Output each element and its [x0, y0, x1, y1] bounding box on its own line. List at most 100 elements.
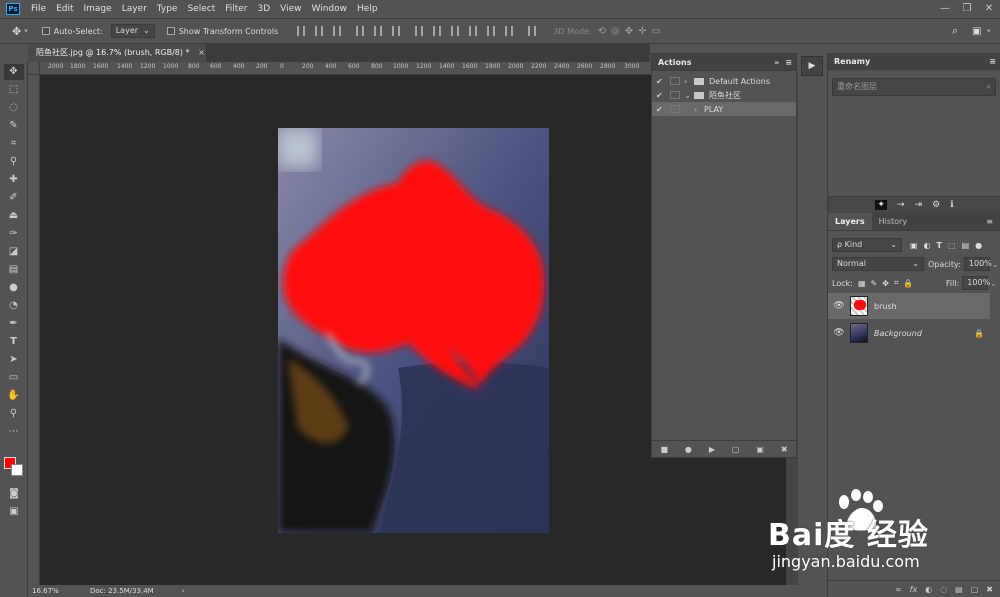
close-window-button[interactable]: ✕	[978, 0, 1000, 18]
stop-icon[interactable]: ■	[660, 445, 668, 454]
dodge-tool-icon[interactable]: ◔	[4, 298, 24, 314]
play-button-icon[interactable]: ▶	[801, 56, 823, 76]
trash-icon[interactable]: ✖	[986, 585, 993, 594]
eraser-tool-icon[interactable]: ◪	[4, 244, 24, 260]
fill-input[interactable]: 100%	[962, 276, 990, 290]
workspace-icon[interactable]: ▣	[972, 26, 981, 37]
marquee-tool-icon[interactable]: ⬚	[4, 82, 24, 98]
opacity-input[interactable]: 100%	[963, 257, 992, 271]
tab-layers[interactable]: Layers	[828, 213, 872, 230]
move-tool-icon[interactable]: ✥	[12, 25, 21, 38]
action-row[interactable]: ✔ ⌄ 陌鱼社区	[652, 88, 796, 102]
3d-pan-icon[interactable]: ✥	[625, 26, 633, 37]
document-image[interactable]	[278, 128, 549, 533]
arrow-right-icon[interactable]: →	[897, 200, 905, 210]
panel-menu-icon[interactable]: ≡	[785, 58, 792, 67]
add-mask-icon[interactable]: ◐	[925, 585, 932, 594]
search-icon[interactable]: ⌕	[952, 24, 958, 38]
renamy-panel-title[interactable]: Renamy	[834, 57, 870, 66]
more-tools-icon[interactable]: ⋯	[4, 424, 24, 440]
3d-scale-icon[interactable]: ▭	[651, 26, 660, 37]
filter-pixel-icon[interactable]: ▣	[910, 241, 918, 250]
brush-tool-icon[interactable]: ✐	[4, 190, 24, 206]
gradient-tool-icon[interactable]: ▤	[4, 262, 24, 278]
align-bottom-icon[interactable]	[333, 26, 342, 36]
quick-mask-icon[interactable]: ◙	[4, 486, 24, 502]
record-icon[interactable]: ●	[685, 445, 692, 454]
visibility-eye-icon[interactable]: 👁	[828, 328, 850, 338]
layer-row-background[interactable]: 👁 Background 🔒	[828, 320, 990, 346]
show-transform-checkbox[interactable]	[166, 27, 175, 35]
action-row[interactable]: ✔ › Default Actions	[652, 74, 796, 88]
new-set-icon[interactable]: ▢	[732, 445, 740, 454]
auto-select-dropdown[interactable]: Layer ⌄	[110, 24, 155, 38]
lock-artboard-icon[interactable]: ⌗	[894, 278, 899, 288]
menu-window[interactable]: Window	[307, 4, 353, 14]
check-icon[interactable]: ✔	[656, 77, 670, 86]
lock-transparent-icon[interactable]: ▦	[858, 279, 866, 288]
panel-menu-icon[interactable]: ≡	[989, 57, 996, 66]
collapse-arrow-icon[interactable]: ⌄	[684, 91, 694, 100]
filter-adjust-icon[interactable]: ◐	[924, 241, 931, 250]
info-icon[interactable]: ℹ	[950, 200, 953, 210]
path-select-tool-icon[interactable]: ➤	[4, 352, 24, 368]
clone-stamp-tool-icon[interactable]: ⏏	[4, 208, 24, 224]
screen-mode-icon[interactable]: ▣	[4, 504, 24, 520]
crop-tool-icon[interactable]: ⌗	[4, 136, 24, 152]
align-right-icon[interactable]	[392, 26, 401, 36]
hand-tool-icon[interactable]: ✋	[4, 388, 24, 404]
healing-brush-tool-icon[interactable]: ✚	[4, 172, 24, 188]
chevron-down-icon[interactable]: ⌄	[990, 279, 997, 288]
align-top-icon[interactable]	[297, 26, 306, 36]
eyedropper-tool-icon[interactable]: ⚲	[4, 154, 24, 170]
play-icon[interactable]: ▶	[709, 445, 715, 454]
menu-image[interactable]: Image	[79, 4, 117, 14]
gear-icon[interactable]: ⚙	[932, 200, 940, 210]
actions-panel-title[interactable]: Actions	[658, 58, 691, 67]
layer-name[interactable]: Background	[874, 329, 922, 338]
filter-toggle-icon[interactable]: ●	[975, 241, 982, 250]
menu-3d[interactable]: 3D	[253, 4, 276, 14]
adjustment-layer-icon[interactable]: ◌	[940, 585, 947, 594]
menu-file[interactable]: File	[26, 4, 51, 14]
new-action-icon[interactable]: ▣	[756, 445, 764, 454]
menu-edit[interactable]: Edit	[51, 4, 78, 14]
collapse-panel-icon[interactable]: »	[774, 58, 779, 67]
panel-menu-icon[interactable]: ≡	[979, 213, 1000, 230]
shape-tool-icon[interactable]: ▭	[4, 370, 24, 386]
menu-select[interactable]: Select	[182, 4, 220, 14]
link-layers-icon[interactable]: ∞	[895, 585, 902, 594]
3d-orbit-icon[interactable]: ⟲	[598, 26, 606, 37]
new-layer-icon[interactable]: ▢	[971, 585, 979, 594]
menu-help[interactable]: Help	[352, 4, 383, 14]
check-icon[interactable]: ✔	[656, 105, 670, 114]
type-tool-icon[interactable]: T	[4, 334, 24, 350]
minimize-button[interactable]: —	[934, 0, 956, 18]
kind-filter-dropdown[interactable]: ρ Kind ⌄	[832, 238, 902, 252]
3d-roll-icon[interactable]: ◎	[611, 26, 620, 37]
zoom-level[interactable]: 16.67%	[32, 587, 82, 595]
zoom-tool-icon[interactable]: ⚲	[4, 406, 24, 422]
renamy-search-input[interactable]: 重命名图层 ⌕	[832, 78, 996, 96]
maximize-button[interactable]: ❐	[956, 0, 978, 18]
distribute-left-icon[interactable]	[469, 26, 478, 36]
expand-arrow-icon[interactable]: ›	[694, 105, 704, 114]
fx-icon[interactable]: fx	[910, 585, 918, 594]
new-group-icon[interactable]: ▤	[955, 585, 963, 594]
menu-filter[interactable]: Filter	[220, 4, 252, 14]
dialog-toggle[interactable]	[670, 91, 680, 99]
background-color-swatch[interactable]	[11, 464, 23, 476]
export-icon[interactable]: ⇥	[915, 200, 923, 210]
lock-paint-icon[interactable]: ✎	[871, 279, 878, 288]
distribute-vcenter-icon[interactable]	[433, 26, 442, 36]
tool-preset-chevron-icon[interactable]: ▾	[24, 27, 28, 35]
rename-icon[interactable]: ✦	[875, 200, 887, 210]
check-icon[interactable]: ✔	[656, 91, 670, 100]
chevron-down-icon[interactable]: ⌄	[992, 260, 999, 269]
distribute-right-icon[interactable]	[505, 26, 514, 36]
visibility-eye-icon[interactable]: 👁	[828, 301, 850, 311]
ruler-origin[interactable]	[28, 62, 40, 75]
align-left-icon[interactable]	[356, 26, 365, 36]
search-icon[interactable]: ⌕	[987, 79, 991, 95]
auto-align-icon[interactable]	[528, 26, 537, 36]
